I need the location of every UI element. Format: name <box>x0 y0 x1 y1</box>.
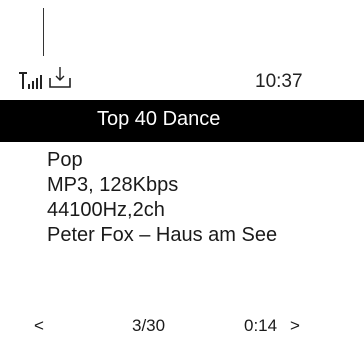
status-bar: 10:37 <box>0 64 364 94</box>
station-title-bar: Top 40 Dance <box>0 100 364 142</box>
sample-rate-label: 44100Hz,2ch <box>47 199 165 221</box>
previous-button[interactable]: < <box>34 316 44 336</box>
elapsed-time: 0:14 <box>244 316 278 335</box>
clock: 10:37 <box>255 71 303 92</box>
download-icon <box>49 67 71 88</box>
track-position: 3/30 <box>132 316 166 335</box>
station-title: Top 40 Dance <box>97 108 221 130</box>
antenna-line <box>43 8 44 56</box>
format-label: MP3, 128Kbps <box>47 174 179 196</box>
next-button[interactable]: > <box>290 316 300 336</box>
signal-bars-icon <box>19 72 42 89</box>
genre-label: Pop <box>47 149 83 171</box>
track-info: Pop MP3, 128Kbps 44100Hz,2ch Peter Fox –… <box>47 148 277 248</box>
playback-footer: < 3/30 0:14 > <box>0 316 364 340</box>
song-label: Peter Fox – Haus am See <box>47 224 278 246</box>
